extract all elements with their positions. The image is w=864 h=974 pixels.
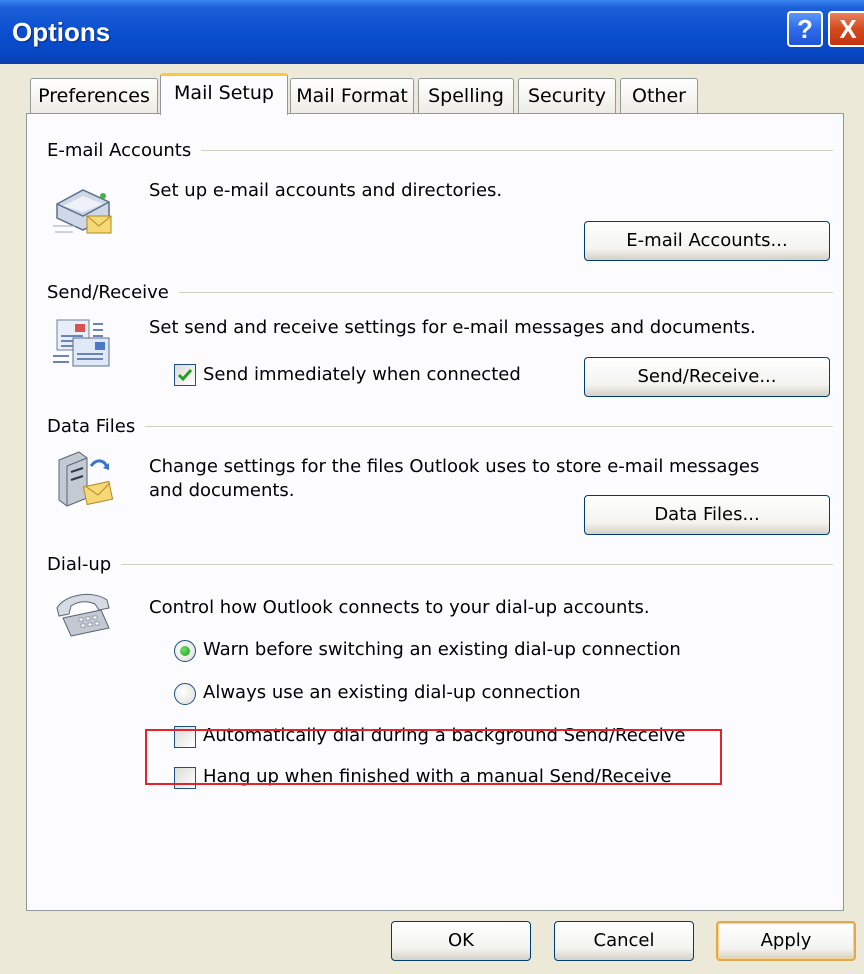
highlight-box — [145, 729, 722, 785]
data-files-button[interactable]: Data Files... — [584, 495, 830, 535]
send-receive-description: Set send and receive settings for e-mail… — [149, 317, 756, 338]
telephone-icon — [56, 593, 110, 637]
send-immediately-label[interactable]: Send immediately when connected — [203, 364, 521, 385]
warn-before-switching-label[interactable]: Warn before switching an existing dial-u… — [203, 639, 681, 660]
radio-selected-dot — [180, 646, 190, 656]
warn-before-switching-radio[interactable] — [174, 640, 196, 662]
data-files-description-line1: Change settings for the files Outlook us… — [149, 456, 760, 477]
email-accounts-button[interactable]: E-mail Accounts... — [584, 221, 830, 261]
cancel-button[interactable]: Cancel — [554, 921, 694, 961]
always-use-existing-radio[interactable] — [174, 683, 196, 705]
email-accounts-description: Set up e-mail accounts and directories. — [149, 180, 503, 201]
checkmark-icon — [177, 369, 193, 382]
tab-preferences[interactable]: Preferences — [30, 78, 158, 114]
always-use-existing-label[interactable]: Always use an existing dial-up connectio… — [203, 682, 581, 703]
section-title-send-receive: Send/Receive — [47, 282, 179, 303]
data-files-icon — [58, 451, 114, 507]
section-title-dial-up: Dial-up — [47, 554, 122, 575]
tab-other[interactable]: Other — [620, 78, 698, 114]
title-bar[interactable]: Options ? X — [0, 0, 864, 64]
close-button[interactable]: X — [828, 11, 864, 47]
section-divider — [47, 426, 833, 427]
apply-button[interactable]: Apply — [716, 921, 856, 961]
data-files-description-line2: and documents. — [149, 480, 295, 501]
ok-button[interactable]: OK — [391, 921, 531, 961]
mail-setup-panel: E-mail Accounts Set up e-mail accounts a… — [26, 113, 844, 911]
help-button[interactable]: ? — [787, 11, 823, 47]
section-divider — [47, 564, 833, 565]
tab-mail-setup[interactable]: Mail Setup — [160, 73, 288, 115]
tab-security[interactable]: Security — [518, 78, 616, 114]
section-title-email-accounts: E-mail Accounts — [47, 140, 202, 161]
window-title: Options — [12, 17, 111, 47]
send-receive-icon — [53, 319, 110, 367]
send-immediately-checkbox[interactable] — [174, 364, 196, 386]
dial-up-description: Control how Outlook connects to your dia… — [149, 597, 650, 618]
send-receive-button[interactable]: Send/Receive... — [584, 357, 830, 397]
section-title-data-files: Data Files — [47, 416, 146, 437]
email-accounts-icon — [53, 189, 112, 234]
tab-mail-format[interactable]: Mail Format — [290, 78, 414, 114]
tab-spelling[interactable]: Spelling — [418, 78, 514, 114]
